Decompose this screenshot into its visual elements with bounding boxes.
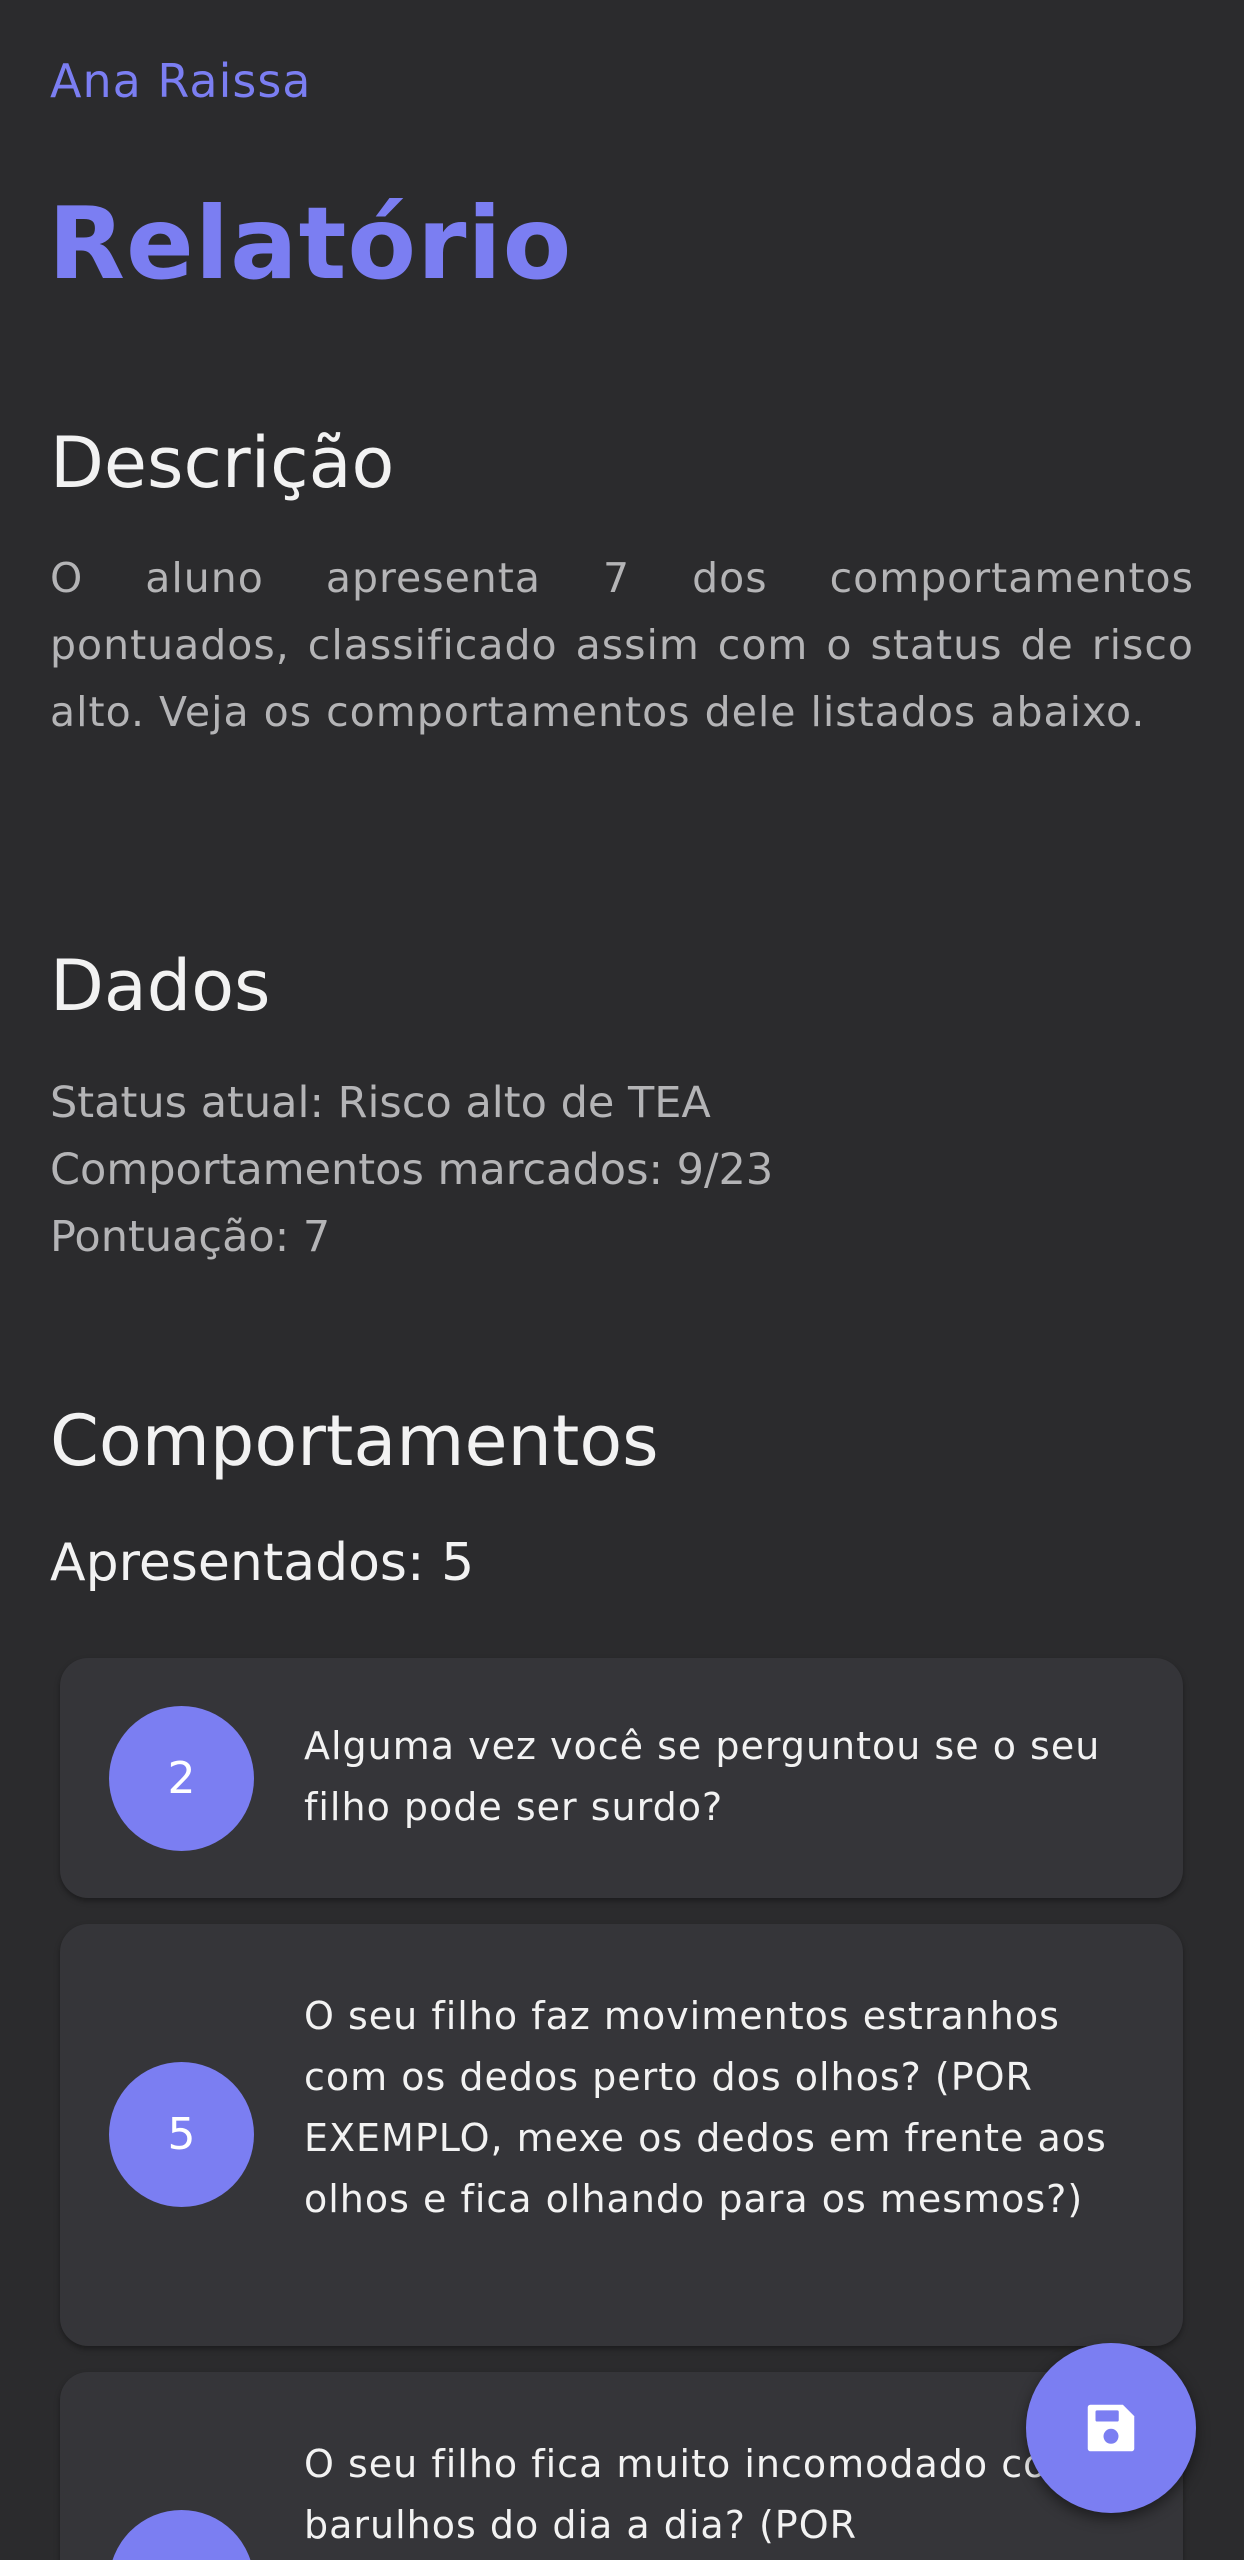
user-name: Ana Raissa: [50, 54, 312, 108]
presented-count: Apresentados: 5: [50, 1533, 475, 1593]
save-icon: [1087, 2404, 1135, 2452]
page-title: Relatório: [48, 185, 573, 302]
behavior-number-badge: [109, 2510, 254, 2560]
behavior-text: Alguma vez você se perguntou se o seu fi…: [304, 1724, 1101, 1829]
behavior-text: O seu filho faz movimentos estranhos com…: [304, 1994, 1107, 2221]
score-line: Pontuação: 7: [50, 1212, 331, 1262]
data-heading: Dados: [50, 945, 271, 1027]
description-text: O aluno apresenta 7 dos comportamentos p…: [50, 554, 1194, 736]
status-line: Status atual: Risco alto de TEA: [50, 1078, 711, 1128]
behavior-number-badge: 5: [109, 2062, 254, 2207]
marked-behaviors-line: Comportamentos marcados: 9/23: [50, 1145, 774, 1195]
behavior-number-badge: 2: [109, 1706, 254, 1851]
report-screen: Ana Raissa Relatório Descrição O aluno a…: [0, 0, 1244, 2560]
save-button[interactable]: [1026, 2343, 1196, 2513]
behavior-card[interactable]: 5 O seu filho faz movimentos estranhos c…: [60, 1924, 1183, 2346]
behavior-text: O seu filho fica muito incomodado com ba…: [304, 2442, 1086, 2547]
data-list: Status atual: Risco alto de TEA Comporta…: [50, 1070, 773, 1271]
behaviors-heading: Comportamentos: [50, 1400, 659, 1482]
behavior-card[interactable]: O seu filho fica muito incomodado com ba…: [60, 2372, 1183, 2560]
behavior-card[interactable]: 2 Alguma vez você se perguntou se o seu …: [60, 1658, 1183, 1898]
description-heading: Descrição: [50, 422, 395, 504]
